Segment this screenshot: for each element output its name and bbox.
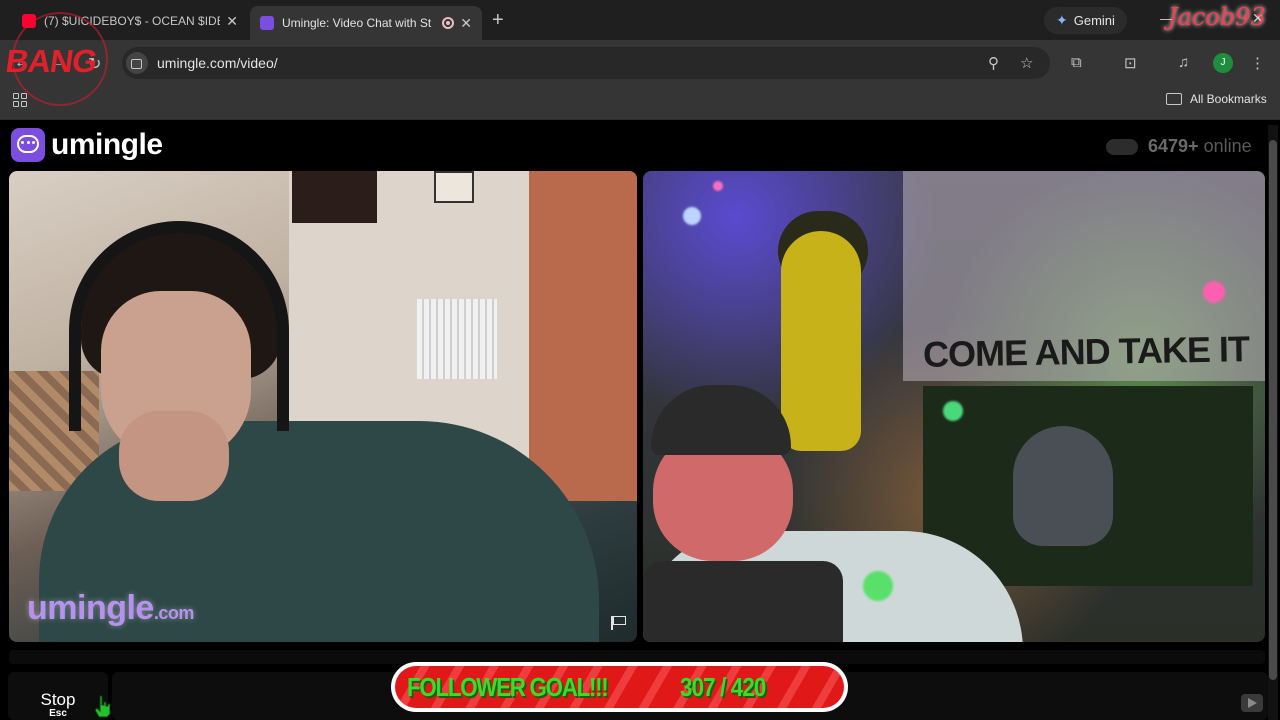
tab-umingle[interactable]: Umingle: Video Chat with St ✕ [250,6,482,40]
umingle-chat-icon [11,128,45,162]
streamer-name-overlay: Jacob93 [1168,3,1266,31]
party-light [943,401,963,421]
logo-text: BANG [3,43,99,79]
banner-text: COME AND TAKE IT [922,328,1250,375]
url-text[interactable]: umingle.com/video/ [157,55,278,71]
follower-goal-label: FOLLOWER GOAL!!! [407,672,609,702]
person-hand [119,411,229,501]
watermark-main: umingle [27,589,154,627]
tab-title: Umingle: Video Chat with St [282,16,432,30]
folder-icon [1166,93,1182,105]
status-toggle[interactable] [1106,138,1138,155]
extensions-icon[interactable]: ⧉ [1071,54,1082,71]
string-light [683,207,701,225]
close-icon[interactable]: ✕ [226,13,238,30]
gemini-icon: ✦ [1056,12,1068,28]
media-controls-icon[interactable]: ♫ [1178,54,1189,71]
menu-kebab-icon[interactable]: ⋮ [1250,54,1265,72]
party-light [863,571,893,601]
skull-graphic [1013,426,1113,546]
all-bookmarks-button[interactable]: All Bookmarks [1166,92,1267,106]
wall-frame [434,171,474,203]
scrollbar-thumb[interactable] [1269,140,1277,680]
online-count: 6479+ [1148,136,1199,156]
radiator [417,299,497,379]
umingle-watermark: umingle.com [27,589,194,628]
new-tab-button[interactable]: + [492,10,504,30]
person-cap [651,385,791,455]
follower-goal-count: 307 / 420 [680,672,766,702]
zoom-icon[interactable]: ⚲ [988,54,999,72]
bookmarks-bar [0,86,1280,120]
tab-search-icon[interactable]: ⊡ [1124,54,1137,72]
gemini-button[interactable]: ✦ Gemini [1044,7,1127,34]
recording-icon [442,17,455,29]
all-bookmarks-label: All Bookmarks [1190,92,1267,106]
streamer-logo-overlay: BANG [2,8,110,108]
room-door [529,171,637,501]
online-counter: 6479+ online [1106,136,1252,157]
umingle-brand[interactable]: umingle [11,128,163,162]
report-flag-icon[interactable] [609,614,627,632]
follower-goal-overlay: FOLLOWER GOAL!!! 307 / 420 [391,662,848,712]
headset [69,221,289,431]
umingle-icon [260,16,274,30]
local-video: umingle.com [9,171,637,642]
remote-video: COME AND TAKE IT [643,171,1265,642]
brand-name: umingle [51,128,163,161]
party-light [1203,281,1225,303]
follower-goal-bar: FOLLOWER GOAL!!! 307 / 420 [395,666,844,708]
online-label: online [1203,136,1252,156]
hand-cursor-icon [94,695,111,718]
close-icon[interactable]: ✕ [460,15,472,32]
bookmark-star-icon[interactable]: ☆ [1020,54,1033,72]
watermark-suffix: .com [153,603,195,623]
send-icon[interactable] [1241,694,1263,712]
string-light [713,181,723,191]
wall-poster [292,171,377,223]
plush-toy [781,231,861,451]
site-info-icon[interactable] [126,52,148,74]
microphone [643,561,843,642]
gemini-label: Gemini [1073,13,1115,28]
profile-avatar[interactable]: J [1213,53,1233,73]
